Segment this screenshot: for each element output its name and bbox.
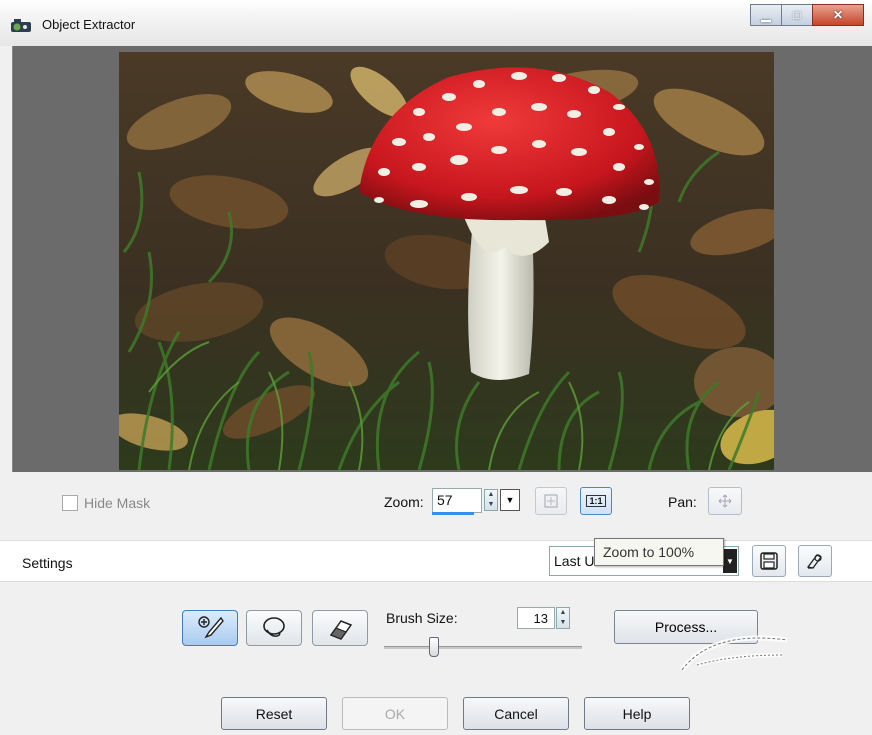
spin-down-icon[interactable]: ▼ <box>488 500 495 510</box>
spin-down-icon[interactable]: ▼ <box>560 618 567 628</box>
spin-up-icon[interactable]: ▲ <box>560 608 567 618</box>
eraser-icon <box>329 620 353 640</box>
lasso-icon <box>263 617 285 637</box>
zoom-100-button[interactable]: 1:1 <box>580 487 612 515</box>
zoom-tooltip: Zoom to 100% <box>594 538 724 566</box>
ok-button[interactable]: OK <box>342 697 448 730</box>
preview-area[interactable] <box>12 46 872 472</box>
highlighter-brush-icon <box>198 616 224 639</box>
load-preset-icon <box>806 554 822 569</box>
zoom-bar: Hide Mask Zoom: 57 ▲ ▼ ▼ 1:1 Pan: <box>0 472 872 540</box>
window-title: Object Extractor <box>42 17 136 32</box>
tools-panel: Brush Size: 13 ▲ ▼ Process... Reset OK C… <box>0 582 872 735</box>
cancel-button[interactable]: Cancel <box>463 697 569 730</box>
window-controls: ▁ □ ✕ <box>750 4 864 26</box>
fit-to-window-button[interactable] <box>535 487 567 515</box>
brush-size-slider-thumb[interactable] <box>428 637 439 657</box>
mushroom-photo[interactable] <box>119 52 774 470</box>
watermark-logo <box>680 635 788 672</box>
app-icon <box>11 19 31 32</box>
fit-to-window-icon <box>544 494 558 508</box>
highlighter-brush-button[interactable] <box>182 610 238 646</box>
brush-size-label: Brush Size: <box>386 610 458 626</box>
pan-button[interactable] <box>708 487 742 515</box>
help-button[interactable]: Help <box>584 697 690 730</box>
brush-size-slider[interactable] <box>384 646 582 649</box>
zoom-input[interactable]: 57 <box>432 488 482 513</box>
title-bar: Object Extractor ▁ □ ✕ <box>0 0 872 46</box>
zoom-focus-indicator <box>432 512 474 515</box>
brush-size-spinner[interactable]: ▲ ▼ <box>556 607 570 629</box>
maximize-icon[interactable]: □ <box>781 4 813 26</box>
minimize-icon[interactable]: ▁ <box>750 4 782 26</box>
pan-icon <box>718 494 732 508</box>
hide-mask-checkbox[interactable] <box>62 495 78 511</box>
zoom-label: Zoom: <box>384 494 424 510</box>
brush-size-input[interactable]: 13 <box>517 607 555 629</box>
pan-label: Pan: <box>668 494 697 510</box>
zoom-100-icon: 1:1 <box>586 495 606 507</box>
spin-up-icon[interactable]: ▲ <box>488 490 495 500</box>
object-extractor-window: Object Extractor ▁ □ ✕ Hide Mask Zoom: 5… <box>0 0 872 735</box>
reset-button[interactable]: Reset <box>221 697 327 730</box>
save-preset-button[interactable] <box>752 545 786 577</box>
close-icon[interactable]: ✕ <box>812 4 864 26</box>
eraser-button[interactable] <box>312 610 368 646</box>
lasso-button[interactable] <box>246 610 302 646</box>
hide-mask-label: Hide Mask <box>84 495 151 511</box>
zoom-dropdown-button[interactable]: ▼ <box>500 489 520 511</box>
chevron-down-icon: ▼ <box>505 495 515 505</box>
save-preset-icon <box>760 552 778 570</box>
load-preset-button[interactable] <box>798 545 832 577</box>
settings-bar: Settings Last U ▼ <box>0 540 872 582</box>
zoom-spinner[interactable]: ▲ ▼ <box>484 489 498 511</box>
settings-label: Settings <box>22 555 73 571</box>
chevron-down-icon[interactable]: ▼ <box>723 549 737 573</box>
